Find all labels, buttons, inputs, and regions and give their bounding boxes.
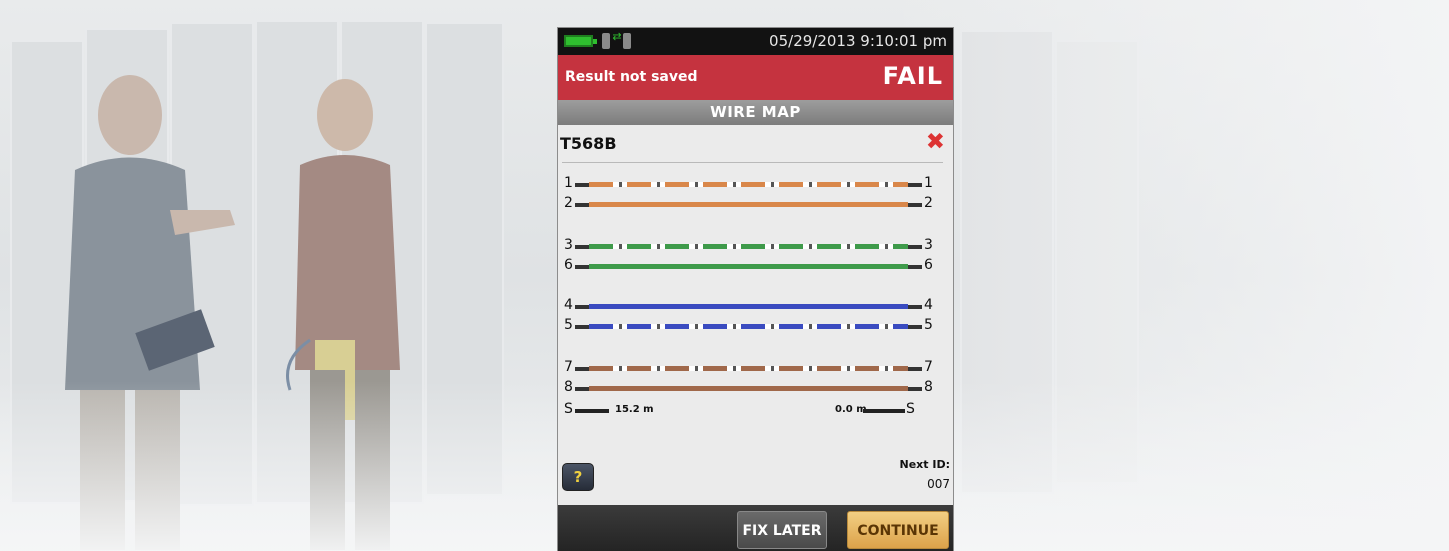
pin-label-left: 5	[564, 317, 573, 333]
screen-title: WIRE MAP	[558, 100, 953, 125]
wire-pair-2	[589, 202, 908, 207]
test-status: FAIL	[882, 62, 943, 90]
pin-label-left: 7	[564, 359, 573, 375]
pin-label-right: 1	[924, 175, 933, 191]
wire-end-right	[908, 387, 922, 391]
fix-later-button[interactable]: FIX LATER	[737, 511, 827, 549]
pin-label-left: 8	[564, 379, 573, 395]
wire-end-right	[908, 305, 922, 309]
status-bar: ⇄ 05/29/2013 9:10:01 pm	[558, 28, 953, 55]
shield-wire-right	[863, 409, 905, 413]
wire-end-left	[575, 305, 589, 309]
wire-end-right	[908, 265, 922, 269]
divider	[562, 162, 943, 163]
wire-end-left	[575, 367, 589, 371]
shield-pin-left: S	[564, 401, 573, 417]
help-button[interactable]: ?	[562, 463, 594, 491]
next-id-label: Next ID:	[899, 458, 950, 471]
wire-pair-4	[589, 304, 908, 309]
link-icon: ⇄	[602, 31, 632, 49]
pin-label-left: 2	[564, 195, 573, 211]
pin-label-right: 5	[924, 317, 933, 333]
pin-label-right: 2	[924, 195, 933, 211]
pin-label-right: 7	[924, 359, 933, 375]
tester-screen: ⇄ 05/29/2013 9:10:01 pm Result not saved…	[558, 28, 953, 551]
next-id-value: 007	[927, 477, 950, 491]
wire-end-right	[908, 183, 922, 187]
pin-label-left: 3	[564, 237, 573, 253]
cable-standard: T568B	[560, 134, 617, 153]
wire-pair-3	[589, 244, 908, 249]
wire-pair-6	[589, 264, 908, 269]
result-message: Result not saved	[565, 69, 698, 85]
wire-pair-7	[589, 366, 908, 371]
pin-label-left: 4	[564, 297, 573, 313]
wire-end-left	[575, 387, 589, 391]
pin-label-right: 8	[924, 379, 933, 395]
pin-label-right: 6	[924, 257, 933, 273]
wire-map-panel: T568B ✖ 1122336644557788 S 15.2 m 0.0 m …	[558, 125, 953, 500]
shield-wire-left	[575, 409, 609, 413]
wire-end-right	[908, 367, 922, 371]
wire-pair-5	[589, 324, 908, 329]
wire-end-right	[908, 245, 922, 249]
wire-end-right	[908, 203, 922, 207]
datetime: 05/29/2013 9:10:01 pm	[769, 32, 947, 50]
bottom-toolbar: FIX LATER CONTINUE	[558, 505, 953, 551]
wire-pair-1	[589, 182, 908, 187]
shield-length-left: 15.2 m	[615, 404, 654, 415]
battery-icon	[564, 35, 597, 47]
wire-end-left	[575, 245, 589, 249]
wire-end-right	[908, 325, 922, 329]
continue-button[interactable]: CONTINUE	[847, 511, 949, 549]
pin-label-right: 4	[924, 297, 933, 313]
shield-length-right: 0.0 m	[835, 404, 867, 415]
wire-end-left	[575, 203, 589, 207]
wire-pair-8	[589, 386, 908, 391]
pin-label-left: 6	[564, 257, 573, 273]
pin-label-right: 3	[924, 237, 933, 253]
result-banner: Result not saved FAIL	[558, 55, 953, 100]
wire-end-left	[575, 265, 589, 269]
shield-pin-right: S	[906, 401, 915, 417]
pin-label-left: 1	[564, 175, 573, 191]
wire-end-left	[575, 183, 589, 187]
fade-overlay	[889, 0, 1449, 551]
wire-end-left	[575, 325, 589, 329]
fail-x-icon: ✖	[925, 129, 945, 155]
